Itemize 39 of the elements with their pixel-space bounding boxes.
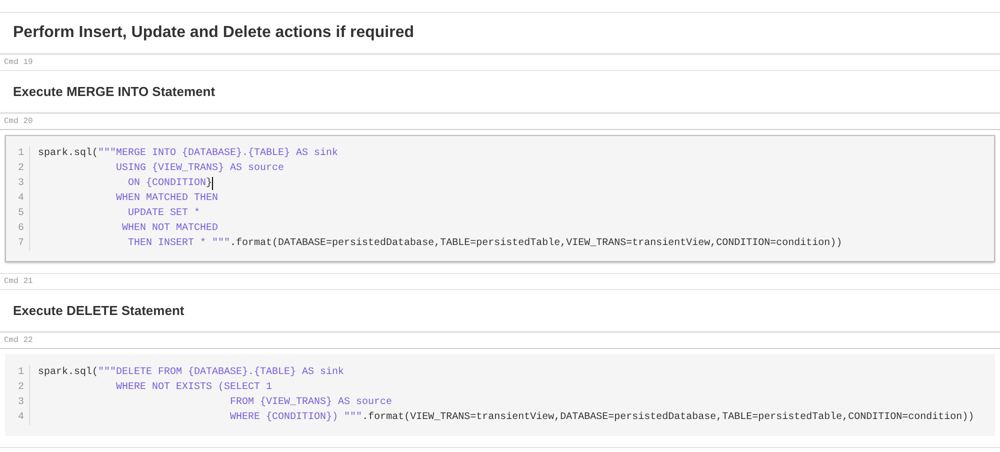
command-label: Cmd 21 (4, 276, 33, 288)
code-text: ON {CONDITION (127, 176, 206, 191)
line-number: 2 (18, 162, 24, 176)
markdown-cell[interactable]: Execute DELETE Statement (0, 289, 1000, 332)
line-number: 1 (18, 147, 24, 161)
code-text: FROM {VIEW_TRANS} AS source (229, 396, 392, 410)
line-number: 1 (18, 366, 24, 380)
code-text: UPDATE SET * (127, 206, 200, 221)
code-text: WHERE NOT EXISTS (SELECT 1 (115, 380, 272, 395)
code-text: WHEN NOT MATCHED (121, 222, 218, 236)
command-label: Cmd 19 (4, 56, 33, 68)
line-number: 3 (18, 396, 24, 410)
code-text: .format(VIEW_TRANS=transientView,DATABASE=persistedDatabase,TABLE=persistedTable,CONDITION=condition)) (362, 410, 974, 425)
command-label: Cmd 22 (4, 334, 33, 346)
code-text: THEN INSERT * """ (127, 236, 230, 251)
cell-title: Perform Insert, Update and Delete actions if required (13, 23, 414, 43)
code-text: WHERE {CONDITION}) """ (229, 410, 362, 425)
code-text: """MERGE INTO {DATABASE}.{TABLE} AS sink (98, 146, 338, 161)
code-text: """DELETE FROM {DATABASE}.{TABLE} AS sink (98, 366, 344, 380)
code-cell[interactable] (5, 354, 995, 436)
line-number: 4 (18, 192, 24, 206)
code-text: spark.sql( (38, 146, 98, 161)
code-text: } (206, 176, 212, 191)
line-number: 2 (18, 381, 24, 395)
line-number: 4 (18, 411, 24, 425)
line-number: 7 (18, 237, 24, 251)
code-text: USING {VIEW_TRANS} AS source (115, 162, 284, 176)
code-text: .format(DATABASE=persistedDatabase,TABLE=persistedTable,VIEW_TRANS=transientView,CONDITION=condition)) (230, 236, 842, 251)
cell-heading: Execute MERGE INTO Statement (13, 82, 216, 101)
command-label: Cmd 20 (4, 116, 33, 128)
code-cell[interactable] (5, 135, 995, 262)
code-text: spark.sql( (38, 366, 98, 380)
markdown-cell[interactable]: Perform Insert, Update and Delete actions if required (0, 12, 1000, 54)
line-number: 6 (18, 222, 24, 236)
markdown-cell[interactable]: Execute MERGE INTO Statement (0, 70, 1000, 113)
code-text: WHEN MATCHED THEN (115, 192, 218, 206)
line-number: 3 (18, 177, 24, 191)
line-number: 5 (18, 207, 24, 221)
cell-heading: Execute DELETE Statement (13, 302, 184, 320)
